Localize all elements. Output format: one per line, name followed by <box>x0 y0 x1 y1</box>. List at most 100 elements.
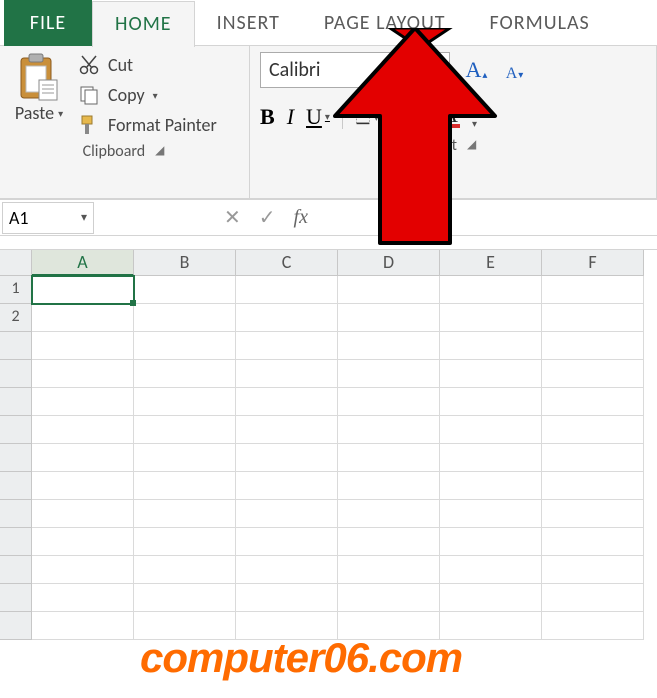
insert-function-button[interactable]: fx <box>294 206 308 229</box>
font-name-dropdown[interactable]: Calibri ▾ <box>260 52 450 88</box>
cell[interactable] <box>338 556 440 584</box>
tab-home[interactable]: HOME <box>92 1 195 47</box>
cell[interactable] <box>134 556 236 584</box>
cell[interactable] <box>134 500 236 528</box>
cell[interactable] <box>542 528 644 556</box>
cell[interactable] <box>542 304 644 332</box>
row-header[interactable] <box>0 556 32 584</box>
cell[interactable] <box>338 528 440 556</box>
tab-file[interactable]: FILE <box>4 0 92 46</box>
col-header-b[interactable]: B <box>134 250 236 276</box>
cell[interactable] <box>32 472 134 500</box>
cell[interactable] <box>542 360 644 388</box>
col-header-c[interactable]: C <box>236 250 338 276</box>
name-box[interactable]: A1 ▾ <box>2 202 94 234</box>
row-header[interactable] <box>0 416 32 444</box>
cell[interactable] <box>542 472 644 500</box>
cell-a1[interactable] <box>32 276 134 304</box>
cell[interactable] <box>338 360 440 388</box>
cell[interactable] <box>542 416 644 444</box>
row-header[interactable] <box>0 332 32 360</box>
cell[interactable] <box>338 444 440 472</box>
cell[interactable] <box>134 416 236 444</box>
cell[interactable] <box>338 472 440 500</box>
cell[interactable] <box>542 584 644 612</box>
font-color-button[interactable]: A <box>440 106 460 128</box>
formula-input[interactable] <box>308 203 657 233</box>
format-painter-button[interactable]: Format Painter <box>78 114 217 136</box>
row-header[interactable] <box>0 360 32 388</box>
cut-button[interactable]: Cut <box>78 54 217 76</box>
underline-button[interactable]: U ▾ <box>306 104 330 130</box>
cell[interactable] <box>236 304 338 332</box>
col-header-e[interactable]: E <box>440 250 542 276</box>
cell[interactable] <box>236 332 338 360</box>
col-header-d[interactable]: D <box>338 250 440 276</box>
cell[interactable] <box>134 444 236 472</box>
cell[interactable] <box>236 276 338 304</box>
font-dialog-launcher[interactable]: ◢ <box>465 137 478 152</box>
cell[interactable] <box>542 500 644 528</box>
borders-button[interactable]: ▾ <box>355 105 379 129</box>
cell[interactable] <box>134 304 236 332</box>
cell[interactable] <box>134 332 236 360</box>
col-header-f[interactable]: F <box>542 250 644 276</box>
italic-button[interactable]: I <box>287 104 294 130</box>
row-header-2[interactable]: 2 <box>0 304 32 332</box>
cell[interactable] <box>338 584 440 612</box>
row-header[interactable] <box>0 444 32 472</box>
cell[interactable] <box>542 276 644 304</box>
cell[interactable] <box>440 556 542 584</box>
cell[interactable] <box>338 332 440 360</box>
cell[interactable] <box>32 388 134 416</box>
cell[interactable] <box>236 472 338 500</box>
tab-formulas[interactable]: FORMULAS <box>468 0 612 46</box>
cell[interactable] <box>338 500 440 528</box>
cell[interactable] <box>32 584 134 612</box>
copy-button[interactable]: Copy ▾ <box>78 84 217 106</box>
cell[interactable] <box>236 584 338 612</box>
fill-color-button[interactable]: ▾ <box>404 105 428 129</box>
cell[interactable] <box>338 304 440 332</box>
row-header[interactable] <box>0 472 32 500</box>
cell[interactable] <box>440 276 542 304</box>
shrink-font-button[interactable]: A▾ <box>500 57 528 83</box>
cell[interactable] <box>236 360 338 388</box>
cell[interactable] <box>440 360 542 388</box>
cell[interactable] <box>32 556 134 584</box>
cell[interactable] <box>32 444 134 472</box>
cell[interactable] <box>440 416 542 444</box>
cell[interactable] <box>440 500 542 528</box>
cell[interactable] <box>338 416 440 444</box>
cell[interactable] <box>134 528 236 556</box>
grow-font-button[interactable]: A▴ <box>462 57 490 83</box>
row-header[interactable] <box>0 500 32 528</box>
cell[interactable] <box>440 332 542 360</box>
row-header-1[interactable]: 1 <box>0 276 32 304</box>
clipboard-dialog-launcher[interactable]: ◢ <box>153 143 166 158</box>
cell[interactable] <box>542 388 644 416</box>
cell[interactable] <box>134 276 236 304</box>
cell[interactable] <box>134 472 236 500</box>
cell[interactable] <box>542 556 644 584</box>
cell[interactable] <box>542 444 644 472</box>
cell[interactable] <box>134 388 236 416</box>
cell[interactable] <box>134 584 236 612</box>
tab-page-layout[interactable]: PAGE LAYOUT <box>302 0 468 46</box>
cell[interactable] <box>236 500 338 528</box>
cell[interactable] <box>32 528 134 556</box>
cell[interactable] <box>338 276 440 304</box>
row-header[interactable] <box>0 388 32 416</box>
bold-button[interactable]: B <box>260 104 275 130</box>
select-all-corner[interactable] <box>0 250 32 276</box>
cell[interactable] <box>236 388 338 416</box>
cell[interactable] <box>440 444 542 472</box>
cell[interactable] <box>134 360 236 388</box>
cell[interactable] <box>440 304 542 332</box>
cell[interactable] <box>440 528 542 556</box>
cell[interactable] <box>440 472 542 500</box>
tab-insert[interactable]: INSERT <box>195 0 302 46</box>
confirm-formula-button[interactable]: ✓ <box>259 205 276 230</box>
cancel-formula-button[interactable]: ✕ <box>224 205 241 230</box>
row-header[interactable] <box>0 584 32 612</box>
